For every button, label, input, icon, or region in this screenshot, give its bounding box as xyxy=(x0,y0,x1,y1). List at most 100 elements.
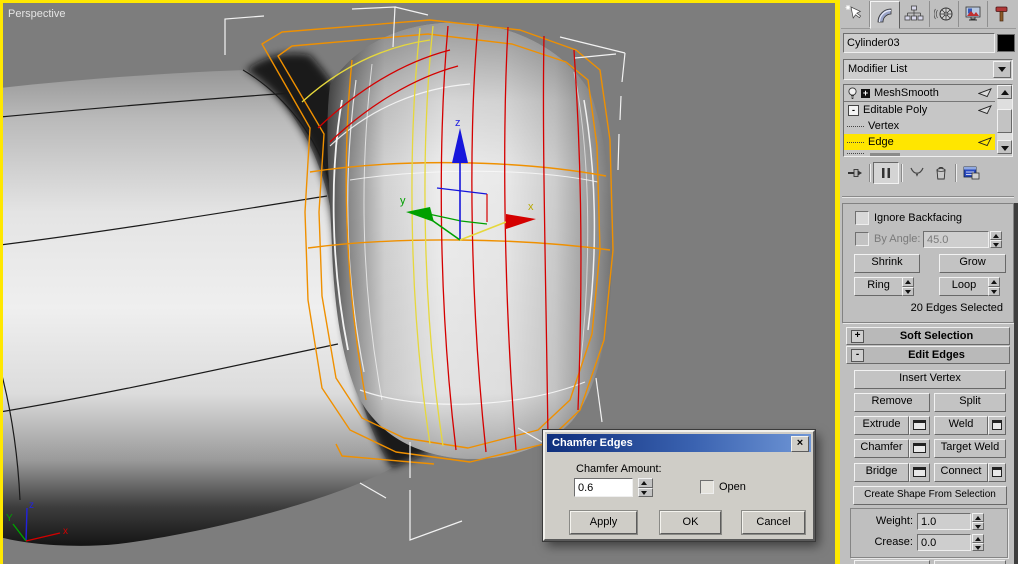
chamfer-amount-input[interactable] xyxy=(575,479,632,496)
spinner-up-icon[interactable] xyxy=(972,534,984,543)
spinner-up-icon[interactable] xyxy=(988,277,1000,287)
by-angle-spinner[interactable] xyxy=(990,231,1002,248)
viewport-label[interactable]: Perspective xyxy=(8,8,65,20)
tripod-y-label: Y xyxy=(6,513,13,524)
remove-modifier-button[interactable] xyxy=(929,163,953,183)
target-weld-button[interactable]: Target Weld xyxy=(934,439,1006,458)
toolbar-separator xyxy=(955,164,957,182)
cancel-button[interactable]: Cancel xyxy=(742,511,805,534)
stack-row-vertex[interactable]: Vertex xyxy=(844,118,995,134)
display-tab-icon xyxy=(963,4,983,24)
toolbar-separator xyxy=(901,164,903,182)
loop-button[interactable]: Loop xyxy=(939,277,989,296)
ok-button[interactable]: OK xyxy=(660,511,721,534)
connect-settings-button[interactable] xyxy=(988,463,1006,482)
chamfer-settings-button[interactable] xyxy=(909,439,930,458)
tab-motion[interactable] xyxy=(930,1,959,27)
modifier-list-dropdown[interactable]: Modifier List xyxy=(843,59,1013,80)
tab-create[interactable] xyxy=(841,1,870,27)
rollout-collapse-icon[interactable]: - xyxy=(851,349,864,362)
show-end-result-button[interactable] xyxy=(873,162,899,184)
spinner-up-icon[interactable] xyxy=(638,478,653,488)
dialog-close-button[interactable]: × xyxy=(791,436,809,452)
tab-display[interactable] xyxy=(959,1,988,27)
spinner-down-icon[interactable] xyxy=(988,287,1000,297)
tab-utilities[interactable] xyxy=(988,1,1016,27)
ring-button[interactable]: Ring xyxy=(854,277,903,296)
object-name-input[interactable] xyxy=(844,34,994,52)
open-checkbox[interactable] xyxy=(700,480,714,494)
bridge-settings-button[interactable] xyxy=(909,463,930,482)
soft-selection-rollout[interactable]: + Soft Selection xyxy=(846,327,1010,345)
remove-button[interactable]: Remove xyxy=(854,393,930,412)
spinner-up-icon[interactable] xyxy=(990,231,1002,240)
rollout-expand-icon[interactable]: + xyxy=(851,330,864,343)
connect-button[interactable]: Connect xyxy=(934,463,988,482)
extrude-settings-button[interactable] xyxy=(909,416,930,435)
spinner-down-icon[interactable] xyxy=(638,488,653,498)
ignore-backfacing-checkbox[interactable] xyxy=(855,211,869,225)
spinner-up-icon[interactable] xyxy=(972,513,984,522)
weight-input[interactable] xyxy=(918,514,970,529)
shrink-button[interactable]: Shrink xyxy=(854,254,920,273)
clipped-button-left[interactable] xyxy=(854,560,930,564)
soft-selection-title: Soft Selection xyxy=(864,330,1009,342)
create-shape-button[interactable]: Create Shape From Selection xyxy=(853,486,1007,505)
split-button[interactable]: Split xyxy=(934,393,1006,412)
stack-row-label: Edge xyxy=(868,136,894,148)
modifier-list-arrow-button[interactable] xyxy=(993,61,1011,78)
stack-scroll-thumb[interactable] xyxy=(997,109,1012,133)
triangle-down-icon xyxy=(1001,146,1009,151)
stack-scrollbar[interactable] xyxy=(997,85,1012,154)
extrude-button[interactable]: Extrude xyxy=(854,416,909,435)
3ds-max-window: z y x z Y x Perspective xyxy=(0,0,1018,564)
edit-edges-rollout[interactable]: - Edit Edges xyxy=(846,346,1010,364)
spinner-down-icon[interactable] xyxy=(972,543,984,552)
by-angle-input[interactable] xyxy=(924,232,988,247)
stack-scroll-down-button[interactable] xyxy=(997,140,1012,154)
clipped-button-right[interactable] xyxy=(934,560,1006,564)
apply-button[interactable]: Apply xyxy=(570,511,637,534)
tripod-x-label: x xyxy=(63,526,68,537)
collapse-icon[interactable]: - xyxy=(848,105,859,116)
stack-row-edge-selected[interactable]: Edge xyxy=(844,134,995,150)
dialog-titlebar[interactable]: Chamfer Edges × xyxy=(547,434,811,452)
crease-input[interactable] xyxy=(918,535,970,550)
spinner-down-icon[interactable] xyxy=(902,287,914,297)
loop-spinner[interactable] xyxy=(988,277,1000,296)
spinner-up-icon[interactable] xyxy=(902,277,914,287)
object-color-swatch[interactable] xyxy=(997,34,1015,52)
tab-modify[interactable] xyxy=(870,1,900,29)
bridge-button[interactable]: Bridge xyxy=(854,463,909,482)
stack-scroll-up-button[interactable] xyxy=(997,85,1012,99)
tab-hierarchy[interactable] xyxy=(900,1,929,27)
panel-scrollbar[interactable] xyxy=(1014,203,1018,564)
tree-line xyxy=(847,126,864,127)
weld-settings-button[interactable] xyxy=(988,416,1006,435)
stack-row-label: MeshSmooth xyxy=(874,87,939,99)
weld-button[interactable]: Weld xyxy=(934,416,988,435)
tripod-z-label: z xyxy=(29,500,34,511)
insert-vertex-button[interactable]: Insert Vertex xyxy=(854,370,1006,389)
configure-modifier-sets-button[interactable] xyxy=(959,163,983,183)
pin-stack-icon xyxy=(846,164,864,182)
stack-row-editable-poly[interactable]: - Editable Poly xyxy=(844,102,995,118)
make-unique-button[interactable] xyxy=(905,163,929,183)
ring-spinner[interactable] xyxy=(902,277,914,296)
chamfer-button[interactable]: Chamfer xyxy=(854,439,909,458)
grow-button[interactable]: Grow xyxy=(939,254,1006,273)
crease-spinner[interactable] xyxy=(972,534,984,551)
stack-row-partial[interactable] xyxy=(844,150,995,156)
spinner-down-icon[interactable] xyxy=(972,522,984,531)
configure-modifier-sets-icon xyxy=(962,164,981,182)
pin-stack-button[interactable] xyxy=(843,163,867,183)
expand-icon[interactable]: + xyxy=(861,89,870,98)
lightbulb-icon[interactable] xyxy=(847,87,858,100)
stack-row-meshsmooth[interactable]: + MeshSmooth xyxy=(844,85,995,102)
spinner-down-icon[interactable] xyxy=(990,240,1002,249)
chamfer-amount-spinner[interactable] xyxy=(638,478,653,497)
chevron-down-icon xyxy=(998,67,1006,72)
panel-divider xyxy=(842,196,1014,198)
weight-spinner[interactable] xyxy=(972,513,984,530)
by-angle-checkbox[interactable] xyxy=(855,232,869,246)
